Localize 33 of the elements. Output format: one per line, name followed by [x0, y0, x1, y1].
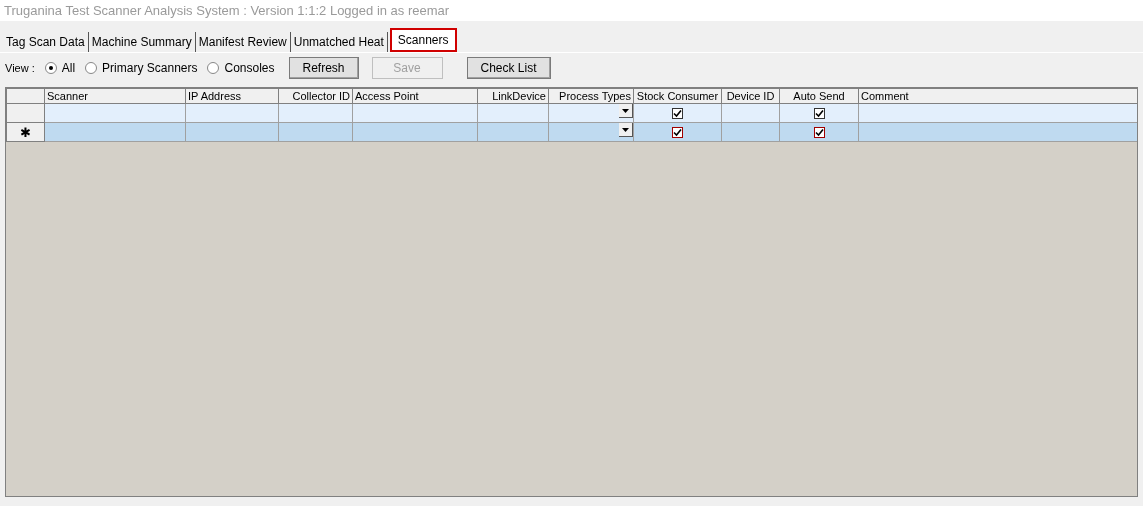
tab[interactable]: Scanners: [389, 28, 457, 52]
window-title: Truganina Test Scanner Analysis System : Version 1:1:2 Logged in as reemar: [4, 1, 450, 20]
view-label: View :: [5, 60, 35, 76]
column-header[interactable]: Process Types: [548, 88, 634, 104]
dropdown-button[interactable]: [619, 123, 633, 137]
column-header[interactable]: Stock Consumer: [633, 88, 722, 104]
checkbox[interactable]: [672, 108, 683, 120]
caret-icon: [622, 127, 629, 132]
radio-button[interactable]: [85, 62, 98, 74]
checkbox[interactable]: [672, 127, 683, 139]
column-header[interactable]: IP Address: [185, 88, 279, 104]
button[interactable]: Refresh: [288, 57, 359, 79]
column-header[interactable]: Access Point: [352, 88, 478, 104]
column-header[interactable]: Device ID: [721, 88, 780, 104]
column-header[interactable]: Auto Send: [779, 88, 859, 104]
dropdown-button[interactable]: [619, 104, 633, 118]
column-header[interactable]: Comment: [858, 88, 1137, 104]
radio-button[interactable]: [44, 62, 57, 74]
column-header[interactable]: Collector ID: [278, 88, 353, 104]
tab[interactable]: Unmatched Heat: [290, 32, 388, 52]
column-header[interactable]: LinkDevice: [477, 88, 549, 104]
column-header[interactable]: Scanner: [44, 88, 186, 104]
radio-label: All: [61, 60, 76, 77]
tab[interactable]: Manifest Review: [195, 32, 291, 52]
checkbox[interactable]: [813, 108, 825, 120]
radio-label: Primary Scanners: [102, 60, 198, 77]
radio-button[interactable]: [207, 62, 220, 74]
button[interactable]: Check List: [466, 57, 551, 79]
radio-label: Consoles: [224, 60, 275, 77]
tab[interactable]: Tag Scan Data: [3, 32, 89, 52]
checkbox[interactable]: [813, 127, 825, 139]
tab[interactable]: Machine Summary: [88, 32, 196, 52]
caret-icon: [622, 108, 629, 113]
